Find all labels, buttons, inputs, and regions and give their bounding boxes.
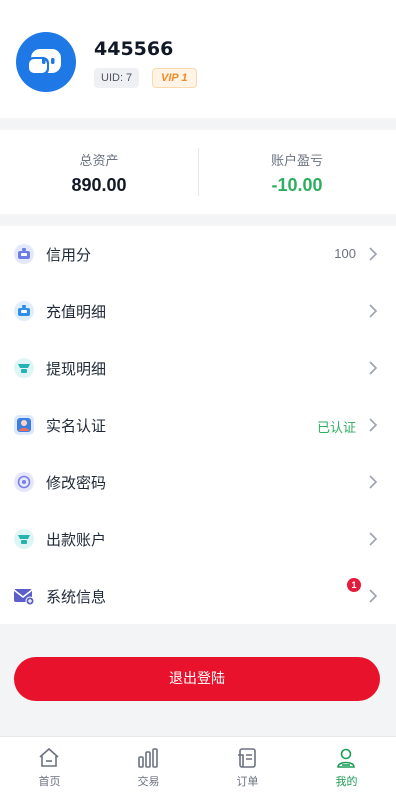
menu-item-credit[interactable]: 信用分 100	[0, 226, 396, 283]
credit-score-value: 100	[334, 246, 356, 261]
chevron-right-icon	[369, 304, 378, 318]
menu-item-payout-account[interactable]: 出款账户	[0, 511, 396, 568]
menu-label-change-password: 修改密码	[46, 474, 107, 492]
menu-item-deposit-history[interactable]: 充值明细	[0, 283, 396, 340]
mail-icon	[13, 586, 35, 606]
total-assets-value: 890.00	[71, 175, 127, 195]
tab-home[interactable]: 首页	[0, 737, 99, 792]
chart-icon	[138, 748, 158, 768]
chevron-right-icon	[369, 361, 378, 375]
account-icon	[14, 529, 34, 549]
home-icon	[39, 747, 59, 767]
settings-menu: 信用分 100 充值明细 提现明细 实名认证 已认证 修改密码 出款账户 系统信…	[0, 226, 396, 624]
chevron-right-icon	[369, 589, 378, 603]
credit-icon	[14, 244, 34, 264]
total-assets: 总资产 890.00	[0, 130, 198, 214]
tab-label-orders: 订单	[236, 775, 259, 788]
unread-badge: 1	[347, 578, 361, 592]
total-assets-label: 总资产	[79, 154, 119, 169]
id-card-icon	[14, 415, 34, 435]
menu-item-system-messages[interactable]: 系统信息 1	[0, 568, 396, 625]
menu-label-system-messages: 系统信息	[46, 588, 107, 606]
menu-label-deposit-history: 充值明细	[46, 303, 107, 321]
lock-icon	[14, 472, 34, 492]
vip-badge: VIP 1	[152, 68, 197, 88]
assets-card: 总资产 890.00 账户盈亏 -10.00	[0, 130, 396, 214]
uid-badge: UID: 7	[94, 68, 140, 88]
profile-header: 445566 UID: 7 VIP 1	[0, 0, 396, 118]
tab-label-home: 首页	[38, 775, 61, 788]
menu-item-change-password[interactable]: 修改密码	[0, 454, 396, 511]
tab-label-mine: 我的	[335, 775, 358, 788]
account-pnl-label: 账户盈亏	[270, 154, 323, 169]
tab-mine[interactable]: 我的	[297, 737, 396, 792]
chevron-right-icon	[369, 418, 378, 432]
withdraw-icon	[14, 358, 34, 378]
menu-label-real-name: 实名认证	[46, 417, 107, 435]
menu-label-payout-account: 出款账户	[46, 531, 107, 549]
username: 445566	[94, 38, 174, 60]
tab-trade[interactable]: 交易	[99, 737, 198, 792]
account-pnl-value: -10.00	[271, 175, 323, 195]
account-pnl: 账户盈亏 -10.00	[198, 130, 396, 214]
bottom-tab-bar: 首页 交易 订单 我的	[0, 736, 396, 792]
avatar[interactable]	[16, 32, 76, 92]
deposit-icon	[14, 301, 34, 321]
order-icon	[238, 748, 256, 768]
chevron-right-icon	[369, 532, 378, 546]
tab-orders[interactable]: 订单	[198, 737, 297, 792]
menu-item-real-name[interactable]: 实名认证 已认证	[0, 397, 396, 454]
menu-label-credit: 信用分	[46, 246, 92, 264]
menu-label-withdraw-history: 提现明细	[46, 360, 107, 378]
user-icon	[337, 748, 355, 768]
tab-label-trade: 交易	[137, 775, 160, 788]
chevron-right-icon	[369, 247, 378, 261]
verified-status: 已认证	[316, 421, 356, 436]
logout-button[interactable]: 退出登陆	[14, 657, 380, 701]
chevron-right-icon	[369, 475, 378, 489]
robot-avatar-icon	[27, 49, 61, 75]
menu-item-withdraw-history[interactable]: 提现明细	[0, 340, 396, 397]
